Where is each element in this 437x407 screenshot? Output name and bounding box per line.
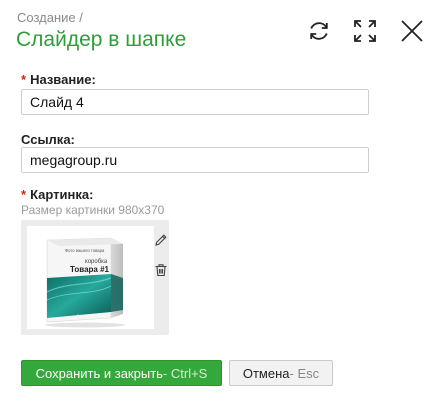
image-label-text: Картинка: [30, 187, 90, 202]
link-label: Ссылка:: [21, 132, 75, 147]
image-thumbnail: Фото вашего товара коробка Товара #1 бре…: [27, 226, 154, 329]
save-and-close-button[interactable]: Сохранить и закрыть - Ctrl+S: [21, 360, 222, 386]
refresh-icon[interactable]: [306, 18, 332, 44]
box-top-text: Фото вашего товара: [65, 248, 105, 253]
image-size-hint: Размер картинки 980x370: [21, 203, 165, 217]
breadcrumb: Создание /: [17, 10, 83, 25]
box-line2: Товара #1: [70, 265, 110, 274]
box-bottom-text: бренд: [77, 314, 88, 318]
close-icon[interactable]: [399, 18, 425, 44]
delete-icon[interactable]: [154, 263, 168, 277]
save-hotkey: - Ctrl+S: [162, 365, 208, 381]
cancel-label: Отмена: [242, 365, 290, 381]
link-input[interactable]: [21, 147, 369, 173]
cancel-button[interactable]: Отмена - Esc: [229, 360, 333, 386]
page-title: Слайдер в шапке: [16, 28, 187, 51]
name-input[interactable]: [21, 89, 369, 115]
cancel-hotkey: - Esc: [289, 365, 320, 381]
name-label-text: Название: [30, 72, 92, 87]
name-label: * Название:: [21, 72, 96, 87]
image-label: * Картинка:: [21, 187, 94, 202]
required-mark: *: [21, 72, 27, 87]
required-mark: *: [21, 187, 27, 202]
image-preview[interactable]: Фото вашего товара коробка Товара #1 бре…: [21, 220, 169, 335]
fullscreen-icon[interactable]: [352, 18, 378, 44]
save-label: Сохранить и закрыть: [35, 365, 163, 381]
edit-icon[interactable]: [154, 233, 168, 247]
link-label-text: Ссылка: [21, 132, 71, 147]
